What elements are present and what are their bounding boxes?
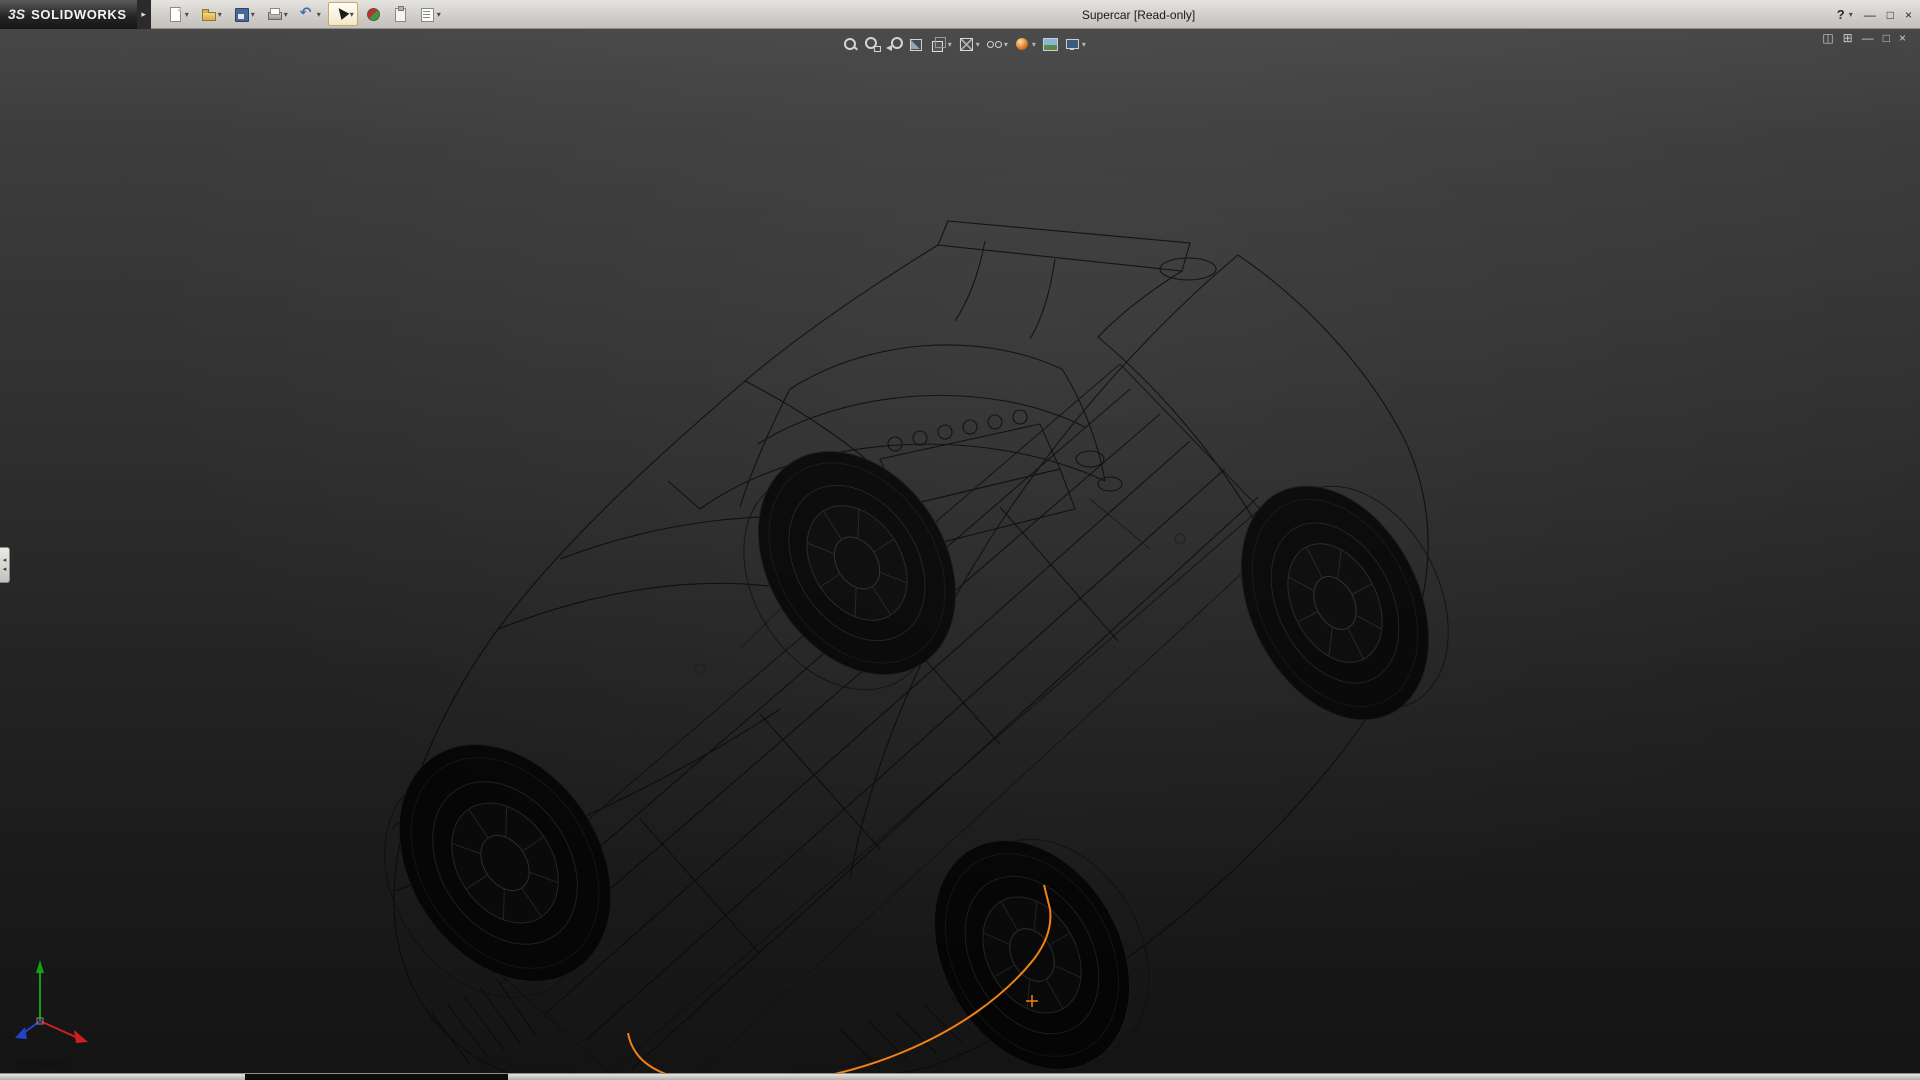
window-buttons: — □ × — [1864, 9, 1912, 21]
wheel-wireframe-rear-left — [699, 414, 997, 725]
edit-color-icon — [365, 6, 381, 22]
dropdown-arrow-icon[interactable]: ▾ — [1849, 10, 1853, 19]
dropdown-arrow-icon[interactable]: ▾ — [437, 10, 441, 19]
window-controls: ? ▾ — □ × — [1837, 0, 1912, 29]
dropdown-arrow-icon[interactable]: ▾ — [284, 10, 288, 19]
file-properties-icon — [392, 6, 408, 22]
status-bar-dark-segment — [245, 1074, 508, 1080]
edit-appearance-icon — [1014, 36, 1030, 52]
dropdown-arrow-icon[interactable]: ▾ — [317, 10, 321, 19]
view-settings-button[interactable]: ▾ — [1063, 33, 1087, 55]
document-window-controls: ◫ ⊞ — □ × — [1822, 32, 1906, 45]
solidworks-logo-icon: 3S — [8, 6, 25, 22]
edit-appearance-button[interactable]: ▾ — [1013, 33, 1037, 55]
new-document-button[interactable]: ▾ — [163, 2, 193, 26]
dropdown-arrow-icon[interactable]: ▾ — [251, 10, 255, 19]
split-window-button[interactable]: ◫ — [1822, 32, 1833, 45]
view-orientation-icon — [930, 36, 946, 52]
dropdown-arrow-icon[interactable]: ▾ — [976, 40, 980, 49]
zoom-to-area-icon — [864, 36, 880, 52]
display-style-button[interactable]: ▾ — [957, 33, 981, 55]
feature-pane-collapse-tab[interactable]: ◂ ◂ — [0, 547, 10, 583]
dropdown-arrow-icon[interactable]: ▾ — [1032, 40, 1036, 49]
wheel-wireframe-front-right — [895, 795, 1187, 1073]
apply-scene-icon — [1042, 36, 1058, 52]
new-document-icon — [167, 6, 183, 22]
wireframe-car-model[interactable] — [0, 29, 1920, 1073]
restore-document-button[interactable]: □ — [1883, 32, 1890, 45]
previous-view-icon — [886, 36, 902, 52]
wheel-wireframe-rear-right — [1204, 445, 1484, 751]
print-button[interactable]: ▾ — [262, 2, 292, 26]
undo-button[interactable]: ▾ — [295, 2, 325, 26]
pane-collapse-arrow-icon: ◂ — [3, 556, 7, 565]
solidworks-logo: 3S SOLIDWORKS — [0, 0, 137, 29]
quick-access-toolbar: ▾ ▾ ▾ ▾ ▾ ▾ ▾ — [151, 2, 445, 26]
orientation-triad — [4, 951, 114, 1051]
dropdown-arrow-icon[interactable]: ▾ — [1082, 40, 1086, 49]
zoom-to-area-button[interactable] — [863, 33, 881, 55]
undo-icon — [299, 6, 315, 22]
open-icon — [200, 6, 216, 22]
heads-up-view-toolbar: ▾ ▾ ▾ ▾ ▾ — [841, 33, 1087, 55]
save-icon — [233, 6, 249, 22]
dropdown-arrow-icon[interactable]: ▾ — [218, 10, 222, 19]
dropdown-arrow-icon[interactable]: ▾ — [185, 10, 189, 19]
brand-name: SOLIDWORKS — [31, 7, 127, 22]
view-settings-icon — [1064, 36, 1080, 52]
previous-view-button[interactable] — [885, 33, 903, 55]
help-button[interactable]: ? ▾ — [1837, 7, 1853, 22]
graphics-viewport[interactable]: ▾ ▾ ▾ ▾ ▾ ◫ ⊞ — □ × ◂ ◂ *Dimetric — [0, 29, 1920, 1073]
hide-show-items-button[interactable]: ▾ — [985, 33, 1009, 55]
status-bar — [0, 1073, 1920, 1080]
zoom-to-fit-icon — [842, 36, 858, 52]
view-orientation-button[interactable]: ▾ — [929, 33, 953, 55]
zoom-to-fit-button[interactable] — [841, 33, 859, 55]
restore-window-button[interactable]: □ — [1887, 9, 1894, 21]
options-icon — [419, 6, 435, 22]
wheel-wireframe-front-left — [336, 704, 655, 1036]
select-icon — [332, 6, 348, 22]
section-view-button[interactable] — [907, 33, 925, 55]
view-orientation-label: *Dimetric — [15, 1057, 68, 1072]
pane-collapse-arrow-icon: ◂ — [3, 565, 7, 574]
file-properties-button[interactable] — [388, 2, 412, 26]
dropdown-arrow-icon[interactable]: ▾ — [1004, 40, 1008, 49]
dropdown-arrow-icon[interactable]: ▾ — [350, 10, 354, 19]
print-icon — [266, 6, 282, 22]
close-document-button[interactable]: × — [1899, 32, 1906, 45]
minimize-window-button[interactable]: — — [1864, 9, 1876, 21]
hide-show-items-icon — [986, 36, 1002, 52]
close-window-button[interactable]: × — [1905, 9, 1912, 21]
section-view-icon — [908, 36, 924, 52]
titlebar: 3S SOLIDWORKS ▸ ▾ ▾ ▾ ▾ ▾ ▾ ▾ Supercar [Read-o… — [0, 0, 1920, 29]
select-button[interactable]: ▾ — [328, 2, 358, 26]
apply-scene-button[interactable] — [1041, 33, 1059, 55]
edit-color-button[interactable] — [361, 2, 385, 26]
window-title: Supercar [Read-only] — [1082, 0, 1195, 29]
minimize-document-button[interactable]: — — [1862, 32, 1874, 45]
help-icon: ? — [1837, 7, 1845, 22]
tile-windows-button[interactable]: ⊞ — [1843, 32, 1853, 45]
menu-flyout-arrow-icon[interactable]: ▸ — [137, 0, 151, 29]
options-button[interactable]: ▾ — [415, 2, 445, 26]
open-button[interactable]: ▾ — [196, 2, 226, 26]
save-button[interactable]: ▾ — [229, 2, 259, 26]
display-style-icon — [958, 36, 974, 52]
dropdown-arrow-icon[interactable]: ▾ — [948, 40, 952, 49]
